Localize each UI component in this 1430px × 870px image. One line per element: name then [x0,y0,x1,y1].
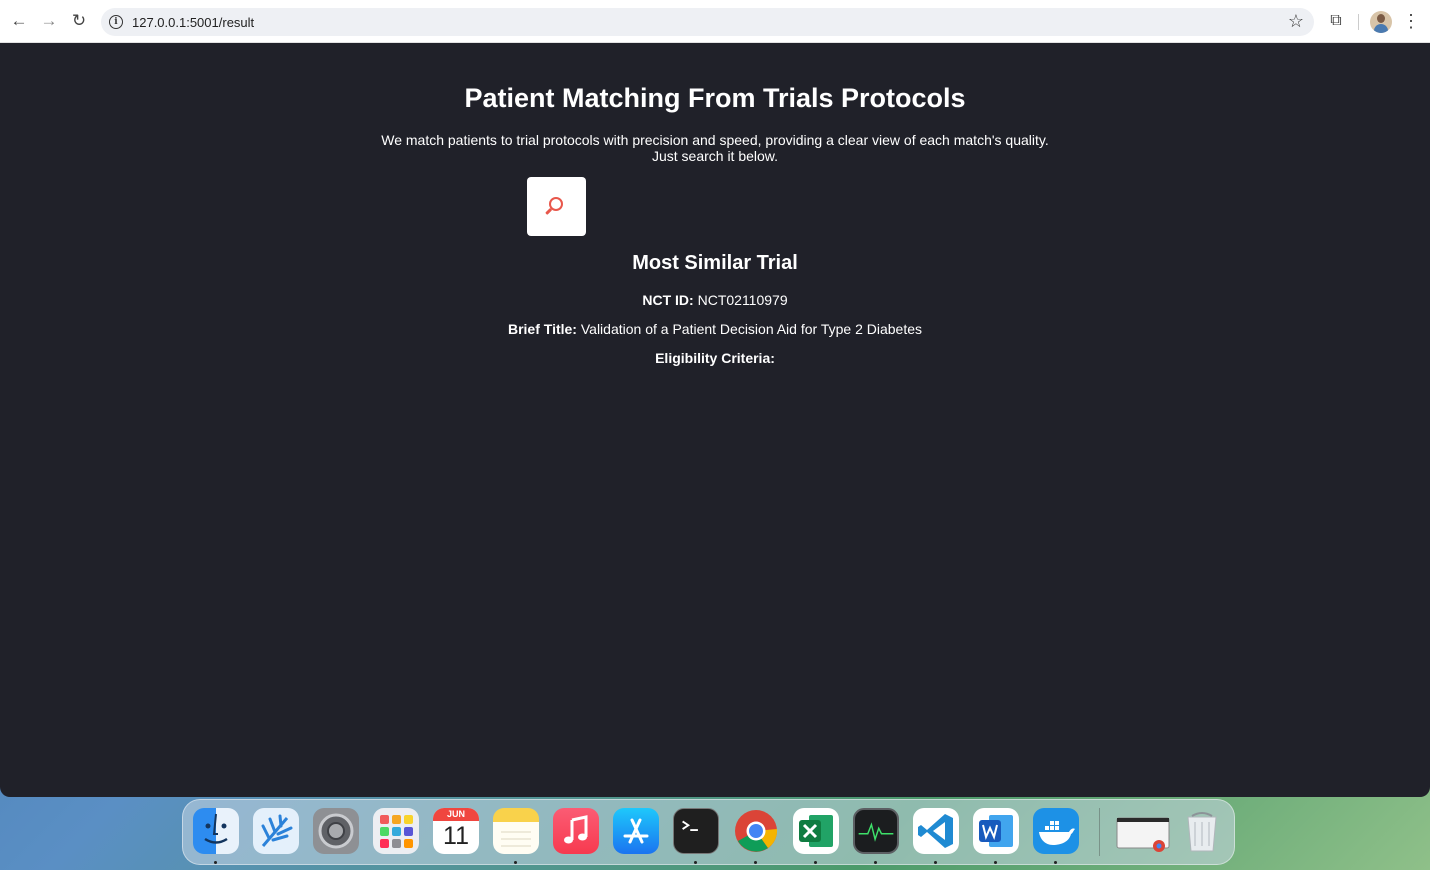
vscode-icon[interactable] [913,808,959,854]
profile-avatar[interactable] [1370,11,1392,33]
back-arrow-icon: ← [10,11,28,30]
running-indicator [994,861,997,864]
nct-id-value: NCT02110979 [697,292,788,308]
toolbar-divider [1358,14,1359,30]
terminal-icon[interactable] [673,808,719,854]
page-subtitle: We match patients to trial protocols wit… [381,132,1049,164]
notes-icon[interactable] [493,808,539,854]
docker-icon[interactable] [1033,808,1079,854]
address-bar[interactable]: i 127.0.0.1:5001/result ☆ [101,8,1314,36]
browser-window: ← → ↻ i 127.0.0.1:5001/result ☆ ⧉ ⋮ Pati… [0,0,1430,797]
page-title: Patient Matching From Trials Protocols [464,83,966,113]
finder-icon[interactable] [193,808,239,854]
extensions-button[interactable]: ⧉ [1323,8,1349,34]
running-indicator [754,861,757,864]
running-indicator [1054,861,1057,864]
forward-button[interactable]: → [36,8,62,34]
brief-title-line: Brief Title: Validation of a Patient Dec… [0,321,1430,337]
calendar-day: 11 [443,822,469,850]
site-info-icon[interactable]: i [109,15,123,29]
section-title: Most Similar Trial [632,252,798,274]
bookmark-star-icon[interactable]: ☆ [1288,11,1304,32]
kebab-menu-icon: ⋮ [1402,10,1420,31]
launchpad-icon[interactable] [373,808,419,854]
eligibility-line: Eligibility Criteria: [0,350,1430,366]
running-indicator [514,861,517,864]
running-indicator [694,861,697,864]
system-settings-icon[interactable] [313,808,359,854]
reload-icon: ↻ [71,11,87,30]
brief-title-label: Brief Title: [507,321,577,337]
back-button[interactable]: ← [6,8,32,34]
browser-toolbar: ← → ↻ i 127.0.0.1:5001/result ☆ ⧉ ⋮ [0,0,1430,43]
dock: JUN 11 [182,799,1235,865]
puzzle-icon: ⧉ [1330,12,1342,29]
page-content: Patient Matching From Trials Protocols W… [0,43,1430,797]
search-icon-handle [545,207,552,215]
word-icon[interactable] [973,808,1019,854]
activity-monitor-icon[interactable] [853,808,899,854]
brief-title-value: Validation of a Patient Decision Aid for… [580,321,922,337]
calendar-icon[interactable]: JUN 11 [433,808,479,854]
running-indicator [874,861,877,864]
excel-icon[interactable] [793,808,839,854]
reload-button[interactable]: ↻ [66,8,92,34]
nct-id-label: NCT ID: [642,292,694,308]
app-store-icon[interactable] [613,808,659,854]
nct-id-line: NCT ID: NCT02110979 [0,292,1430,308]
eligibility-label: Eligibility Criteria: [655,350,775,366]
running-indicator [214,861,217,864]
trash-icon[interactable] [1179,808,1225,854]
calendar-month: JUN [433,808,479,821]
url-text[interactable]: 127.0.0.1:5001/result [132,15,254,30]
running-indicator [814,861,817,864]
dock-divider [1099,808,1100,856]
search-button[interactable] [527,177,586,236]
forward-arrow-icon: → [40,11,58,30]
wheat-app-icon[interactable] [253,808,299,854]
running-indicator [934,861,937,864]
browser-menu-button[interactable]: ⋮ [1398,8,1424,34]
chrome-window-icon[interactable] [1115,808,1171,854]
music-icon[interactable] [553,808,599,854]
chrome-icon[interactable] [733,808,779,854]
